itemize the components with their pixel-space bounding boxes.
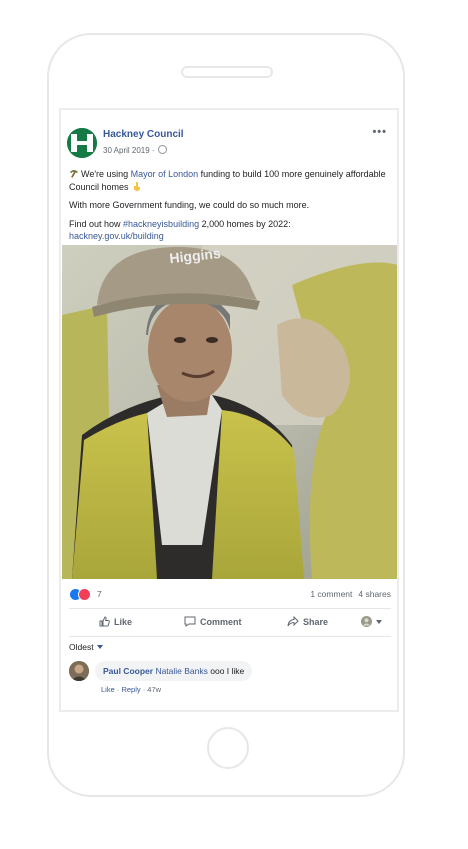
share-arrow-icon	[287, 616, 299, 627]
pointing-down-emoji-icon	[133, 181, 142, 191]
comment-button[interactable]: Comment	[184, 616, 242, 627]
comment-tag-link[interactable]: Natalie Banks	[155, 666, 207, 676]
facebook-post-screen: Hackney Council 30 April 2019 · ••• We'r…	[59, 108, 399, 712]
post-line-3-before: Find out how	[69, 218, 124, 229]
phone-home-button	[207, 727, 249, 769]
comment-meta: Like · Reply · 47w	[101, 685, 161, 694]
hammer-pick-emoji-icon	[69, 169, 79, 178]
comment-label[interactable]: Comment	[200, 617, 242, 627]
chevron-down-icon	[376, 619, 382, 624]
post-text: We're using Mayor of London funding to b…	[69, 168, 391, 249]
post-line-1: We're using Mayor of London funding to b…	[69, 168, 391, 193]
post-header: Hackney Council 30 April 2019 · •••	[67, 126, 393, 168]
post-line-3: Find out how #hackneyisbuilding 2,000 ho…	[69, 218, 391, 231]
reaction-icons[interactable]	[69, 588, 91, 601]
comment-text: ooo I like	[207, 666, 245, 676]
more-options-icon[interactable]: •••	[372, 126, 387, 138]
post-line-2: With more Government funding, we could d…	[69, 200, 310, 210]
comment-item: Paul Cooper Natalie Banks ooo I like Lik…	[69, 661, 391, 701]
post-photo[interactable]: Higgins	[62, 245, 397, 579]
audience-selector[interactable]	[361, 616, 382, 627]
post-line-1-before: We're using	[81, 169, 131, 179]
website-link[interactable]: hackney.gov.uk/building	[69, 231, 164, 241]
share-label[interactable]: Share	[303, 617, 328, 627]
like-label[interactable]: Like	[114, 617, 132, 627]
sort-label[interactable]: Oldest	[69, 642, 94, 652]
comment-share-counts: 1 comment 4 shares	[304, 589, 391, 599]
post-line-3-after: 2,000 homes by 2022:	[199, 218, 291, 229]
hackney-logo-avatar[interactable]	[67, 128, 97, 158]
phone-speaker	[181, 66, 273, 78]
commenter-avatar[interactable]	[69, 661, 89, 681]
like-button[interactable]: Like	[99, 616, 132, 627]
share-count[interactable]: 4 shares	[358, 589, 391, 599]
comment-bubble-icon	[184, 616, 196, 627]
love-reaction-icon	[78, 588, 91, 601]
comment-like-link[interactable]: Like	[101, 685, 115, 694]
globe-icon	[157, 145, 167, 154]
divider-top	[69, 608, 391, 609]
page-name-link[interactable]: Hackney Council	[103, 129, 184, 140]
post-date[interactable]: 30 April 2019 ·	[103, 145, 167, 155]
post-line-4: hackney.gov.uk/building	[69, 230, 391, 243]
comment-count[interactable]: 1 comment	[310, 589, 352, 599]
reaction-count[interactable]: 7	[97, 589, 102, 599]
divider-bottom	[69, 636, 391, 637]
comment-time[interactable]: 47w	[147, 685, 161, 694]
post-date-text[interactable]: 30 April 2019 ·	[103, 146, 155, 155]
engagement-counts: 7 1 comment 4 shares	[69, 588, 391, 602]
sort-caret-icon	[96, 645, 103, 649]
thumbs-up-icon	[99, 616, 110, 627]
post-actions: Like Comment Share	[69, 613, 391, 635]
comment-reply-link[interactable]: Reply	[121, 685, 140, 694]
hashtag-link[interactable]: #hackneyisbuilding	[123, 219, 199, 229]
comment-sort-dropdown[interactable]: Oldest	[69, 642, 103, 652]
comment-bubble: Paul Cooper Natalie Banks ooo I like	[95, 661, 253, 681]
mayor-of-london-link[interactable]: Mayor of London	[131, 169, 199, 179]
comment-author-link[interactable]: Paul Cooper	[103, 666, 153, 676]
profile-avatar-icon	[361, 616, 372, 627]
share-button[interactable]: Share	[287, 616, 328, 627]
